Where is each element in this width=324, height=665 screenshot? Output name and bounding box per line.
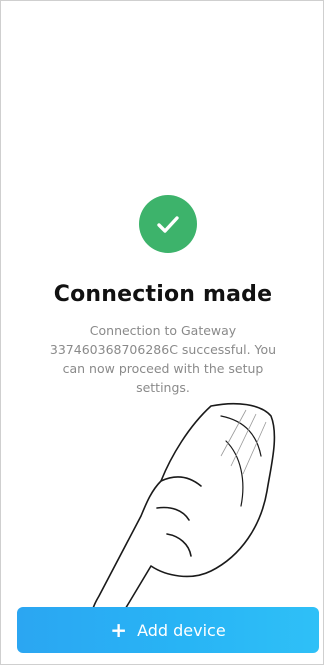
add-device-label: Add device (137, 620, 226, 640)
success-check-badge (139, 195, 197, 253)
connection-message: Connection to Gateway 337460368706286C s… (49, 323, 277, 395)
page-title: Connection made (53, 282, 273, 307)
plus-icon: + (110, 618, 128, 642)
add-device-button[interactable]: + Add device (17, 607, 319, 653)
app-screen: Connection made Connection to Gateway 33… (0, 0, 324, 665)
check-icon (157, 216, 179, 233)
